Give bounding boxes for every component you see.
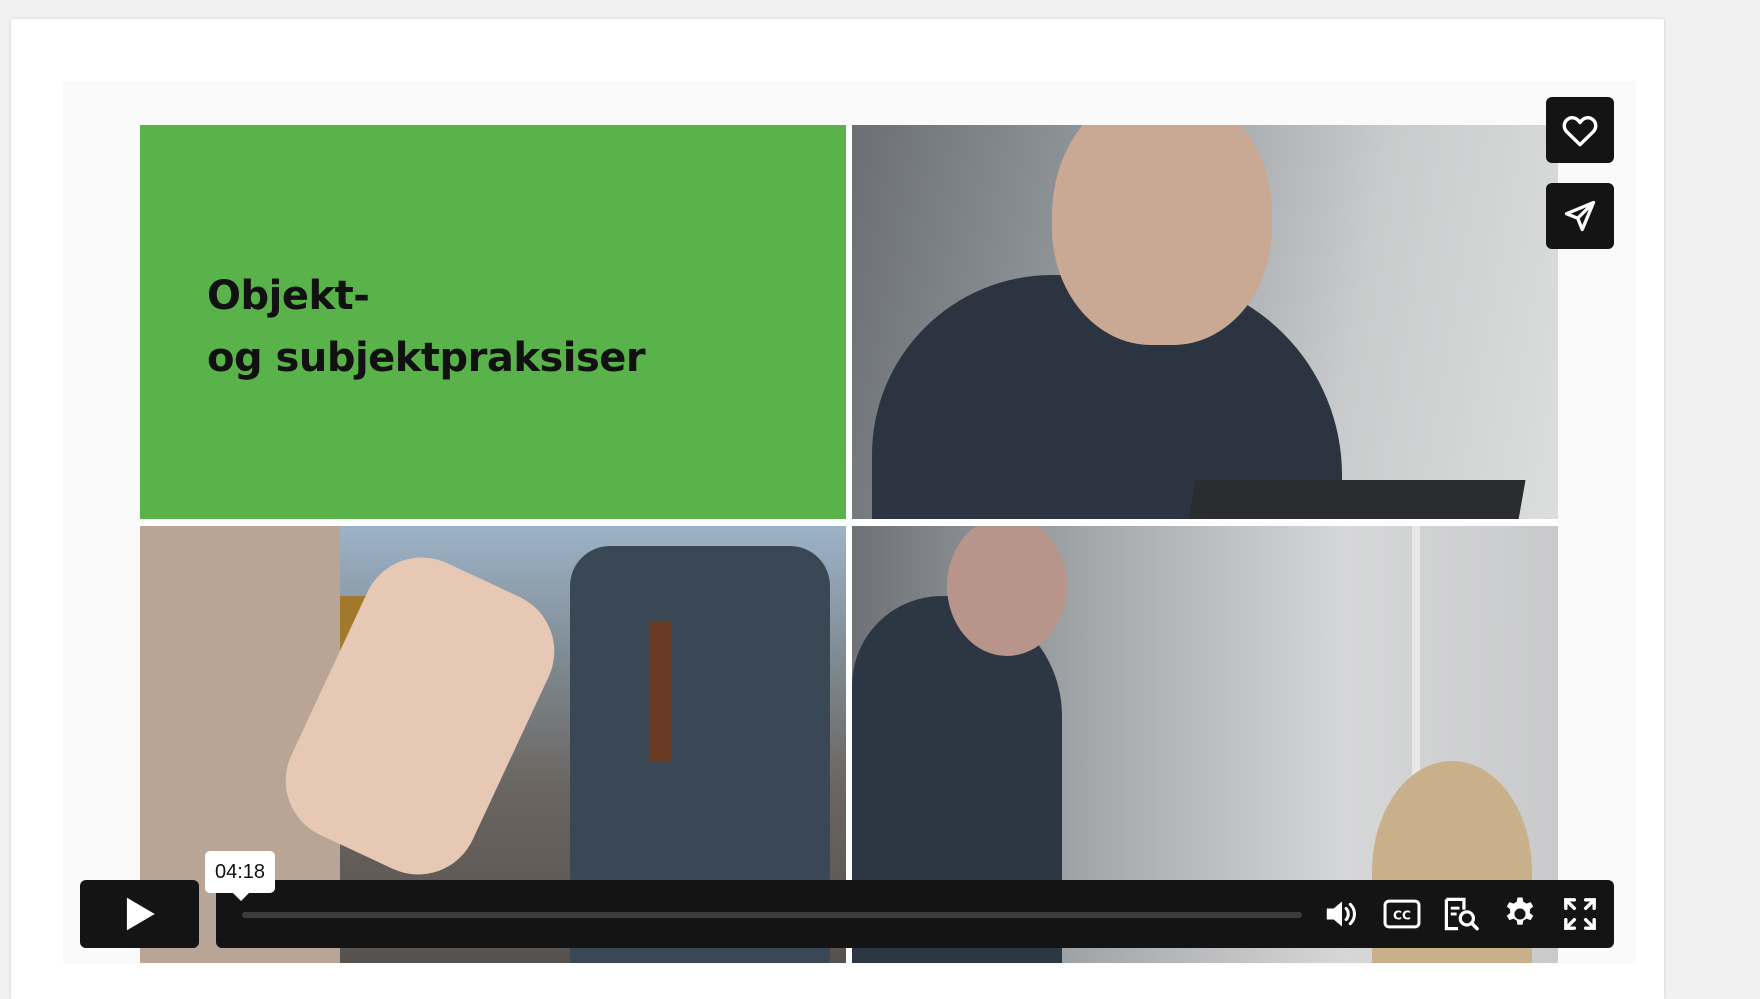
transcript-button[interactable] bbox=[1440, 894, 1482, 934]
time-tooltip: 04:18 bbox=[205, 851, 275, 901]
share-button[interactable] bbox=[1546, 183, 1614, 249]
title-tile: Objekt- og subjektpraksiser bbox=[140, 125, 846, 519]
play-icon bbox=[126, 897, 155, 931]
photo-shape-strap bbox=[650, 621, 672, 761]
paper-plane-icon bbox=[1564, 200, 1596, 232]
photo-teacher-closeup bbox=[852, 125, 1558, 519]
svg-text:CC: CC bbox=[1393, 908, 1411, 922]
heart-icon bbox=[1562, 116, 1598, 147]
video-title-line-1: Objekt- bbox=[207, 273, 370, 319]
progress-bar[interactable] bbox=[242, 912, 1302, 918]
video-player[interactable]: Objekt- og subjektpraksiser CC 04:18 bbox=[63, 81, 1636, 964]
captions-button[interactable]: CC bbox=[1381, 894, 1423, 934]
closed-captions-icon: CC bbox=[1383, 899, 1421, 929]
settings-button[interactable] bbox=[1499, 894, 1541, 934]
video-title: Objekt- og subjektpraksiser bbox=[207, 265, 646, 389]
video-title-line-2: og subjektpraksiser bbox=[207, 335, 646, 381]
control-bar: CC bbox=[216, 880, 1614, 948]
photo-shape-laptop bbox=[1188, 480, 1526, 519]
page-card: Objekt- og subjektpraksiser CC 04:18 bbox=[11, 19, 1664, 999]
volume-icon bbox=[1326, 901, 1356, 927]
fullscreen-icon bbox=[1564, 898, 1596, 930]
video-frame[interactable]: Objekt- og subjektpraksiser bbox=[140, 125, 1558, 963]
play-button[interactable] bbox=[80, 880, 199, 948]
photo-shape-head bbox=[1052, 125, 1272, 345]
volume-button[interactable] bbox=[1321, 894, 1363, 934]
fullscreen-button[interactable] bbox=[1559, 894, 1601, 934]
settings-gear-icon bbox=[1506, 897, 1534, 925]
photo-shape-head-2 bbox=[947, 526, 1067, 656]
like-button[interactable] bbox=[1546, 97, 1614, 163]
transcript-icon bbox=[1444, 897, 1479, 931]
